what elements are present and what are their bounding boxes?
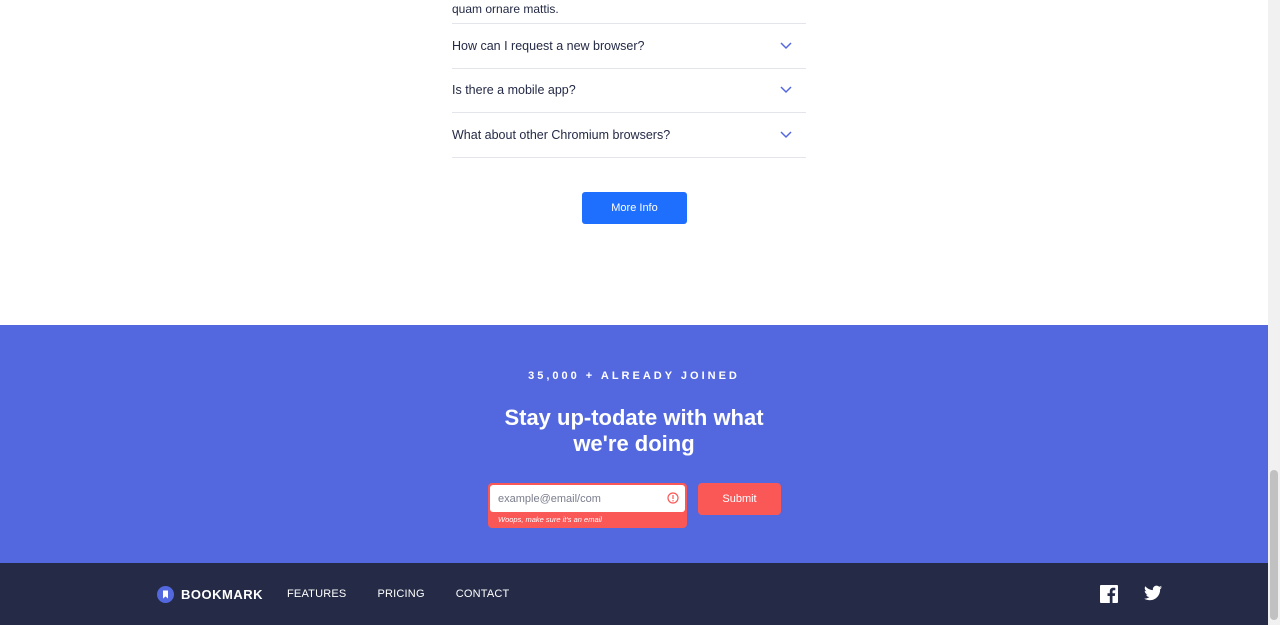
footer-link-contact[interactable]: CONTACT (456, 588, 510, 600)
newsletter-title: Stay up-todate with what we're doing (504, 405, 764, 456)
facebook-icon[interactable] (1100, 585, 1118, 603)
faq-list: How can I request a new browser? Is ther… (452, 23, 806, 158)
email-input[interactable] (490, 485, 685, 512)
footer-link-features[interactable]: FEATURES (287, 588, 346, 600)
chevron-down-icon[interactable] (780, 85, 794, 95)
email-error-message: Woops, make sure it's an email (498, 515, 602, 524)
logo[interactable]: BOOKMARK (157, 586, 263, 603)
joined-count: 35,000 + ALREADY JOINED (528, 370, 740, 382)
submit-button[interactable]: Submit (698, 483, 781, 515)
footer-link-pricing[interactable]: PRICING (377, 588, 424, 600)
newsletter-section: 35,000 + ALREADY JOINED Stay up-todate w… (0, 325, 1268, 563)
faq-item[interactable]: What about other Chromium browsers? (452, 113, 806, 158)
chevron-down-icon[interactable] (780, 41, 794, 51)
faq-question: What about other Chromium browsers? (452, 127, 671, 142)
faq-question: Is there a mobile app? (452, 83, 576, 98)
footer-nav: FEATURES PRICING CONTACT (287, 588, 540, 600)
chevron-down-icon[interactable] (780, 130, 794, 140)
error-icon (667, 491, 679, 504)
faq-question: How can I request a new browser? (452, 38, 645, 53)
brand-name: BOOKMARK (181, 587, 263, 602)
faq-answer-text: quam ornare mattis. (452, 2, 559, 16)
social-links (1074, 585, 1162, 603)
twitter-icon[interactable] (1144, 585, 1162, 603)
bookmark-logo-icon (157, 586, 174, 603)
faq-item[interactable]: How can I request a new browser? (452, 24, 806, 69)
footer: BOOKMARK FEATURES PRICING CONTACT (0, 563, 1268, 625)
faq-item[interactable]: Is there a mobile app? (452, 69, 806, 113)
faq-section: quam ornare mattis. How can I request a … (0, 0, 1268, 325)
email-field-wrapper: Woops, make sure it's an email (488, 483, 687, 528)
more-info-button[interactable]: More Info (582, 192, 687, 224)
scrollbar[interactable] (1268, 0, 1280, 625)
scrollbar-thumb[interactable] (1270, 470, 1278, 620)
